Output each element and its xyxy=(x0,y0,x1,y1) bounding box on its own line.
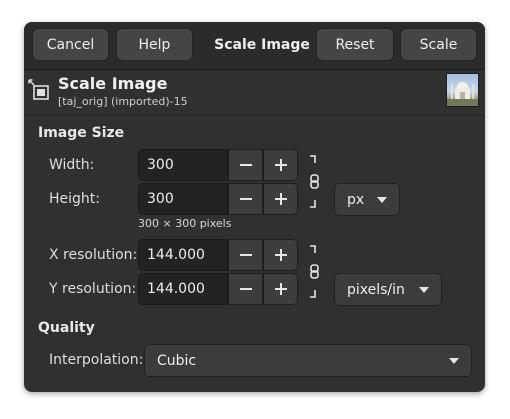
image-name: [taj_orig] (imported)-15 xyxy=(58,95,188,108)
width-input[interactable]: 300 xyxy=(138,149,228,181)
image-size-heading: Image Size xyxy=(38,125,125,141)
reset-button[interactable]: Reset xyxy=(316,28,394,61)
x-resolution-decrement-button[interactable] xyxy=(228,239,263,271)
x-resolution-label: X resolution: xyxy=(49,247,138,263)
height-decrement-button[interactable] xyxy=(228,183,263,215)
resolution-unit-value: pixels/in xyxy=(347,281,405,298)
chevron-down-icon xyxy=(377,197,387,203)
header-bar: Cancel Help Scale Image Reset Scale xyxy=(24,22,485,70)
resolution-unit-dropdown[interactable]: pixels/in xyxy=(334,273,442,306)
x-resolution-increment-button[interactable] xyxy=(263,239,298,271)
interpolation-dropdown[interactable]: Cubic xyxy=(144,344,472,377)
plus-icon xyxy=(274,159,287,171)
cancel-button[interactable]: Cancel xyxy=(32,28,109,61)
width-label: Width: xyxy=(49,157,95,173)
image-thumbnail xyxy=(446,73,479,107)
separator xyxy=(24,114,485,115)
chain-linked-icon[interactable] xyxy=(307,243,321,301)
minus-icon xyxy=(239,198,252,200)
minus-icon xyxy=(239,288,252,290)
size-unit-dropdown[interactable]: px xyxy=(334,183,400,216)
interpolation-value: Cubic xyxy=(157,352,197,369)
plus-icon xyxy=(274,193,287,205)
interpolation-label: Interpolation: xyxy=(49,352,144,368)
chevron-down-icon xyxy=(419,287,429,293)
scale-image-dialog: Cancel Help Scale Image Reset Scale Scal… xyxy=(24,22,485,392)
scale-button[interactable]: Scale xyxy=(400,28,477,61)
y-resolution-label: Y resolution: xyxy=(49,281,137,297)
page-title: Scale Image xyxy=(58,74,168,93)
pixel-dimensions-info: 300 × 300 pixels xyxy=(138,217,232,230)
quality-heading: Quality xyxy=(38,320,95,336)
minus-icon xyxy=(239,164,252,166)
width-increment-button[interactable] xyxy=(263,149,298,181)
width-decrement-button[interactable] xyxy=(228,149,263,181)
dialog-title: Scale Image xyxy=(214,36,310,53)
chevron-down-icon xyxy=(449,358,459,364)
y-resolution-decrement-button[interactable] xyxy=(228,273,263,305)
y-resolution-increment-button[interactable] xyxy=(263,273,298,305)
help-button[interactable]: Help xyxy=(116,28,193,61)
x-resolution-input[interactable]: 144.000 xyxy=(138,239,228,271)
minus-icon xyxy=(239,254,252,256)
size-unit-value: px xyxy=(347,191,365,208)
plus-icon xyxy=(274,249,287,261)
height-input[interactable]: 300 xyxy=(138,183,228,215)
height-increment-button[interactable] xyxy=(263,183,298,215)
scale-image-icon xyxy=(28,79,49,100)
y-resolution-input[interactable]: 144.000 xyxy=(138,273,228,305)
chain-linked-icon[interactable] xyxy=(307,153,321,211)
height-label: Height: xyxy=(49,191,100,207)
plus-icon xyxy=(274,283,287,295)
